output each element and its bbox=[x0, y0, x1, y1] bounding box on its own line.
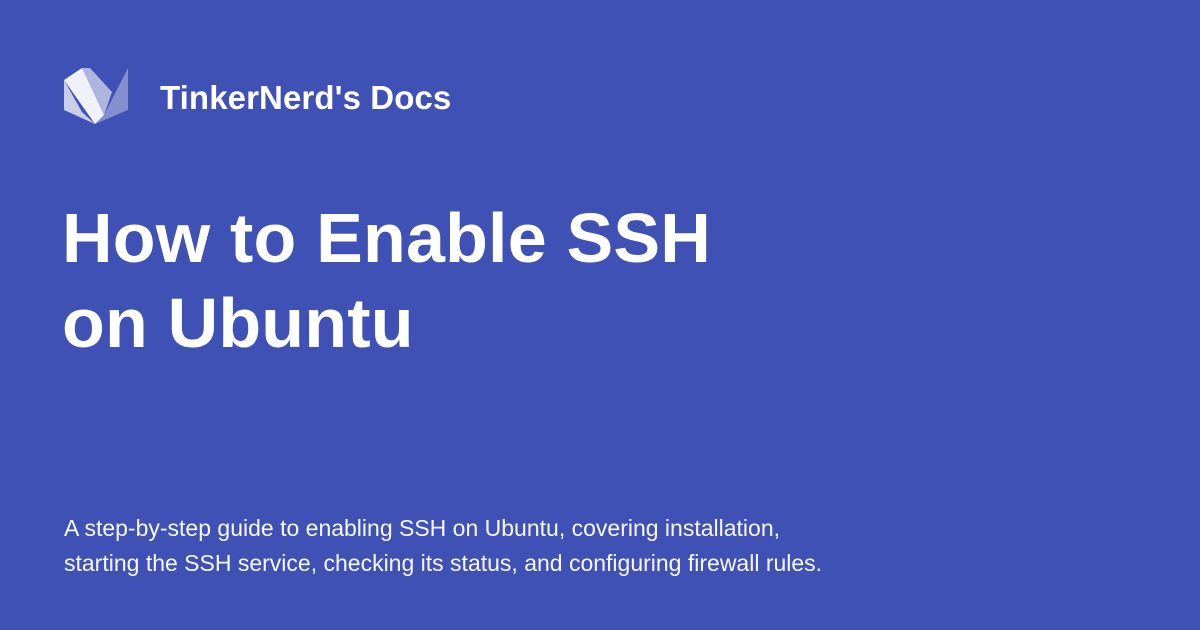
article-description: A step-by-step guide to enabling SSH on … bbox=[64, 511, 924, 581]
social-preview-card: TinkerNerd's Docs How to Enable SSH on U… bbox=[0, 0, 1200, 630]
article-title: How to Enable SSH on Ubuntu bbox=[62, 196, 882, 366]
brand-header: TinkerNerd's Docs bbox=[64, 68, 451, 126]
site-name: TinkerNerd's Docs bbox=[160, 78, 452, 116]
article-description-line-2: starting the SSH service, checking its s… bbox=[64, 550, 823, 576]
article-title-line-2: on Ubuntu bbox=[62, 284, 414, 362]
article-description-line-1: A step-by-step guide to enabling SSH on … bbox=[64, 515, 780, 541]
article-title-line-1: How to Enable SSH bbox=[62, 199, 712, 277]
docs-logo-icon bbox=[64, 68, 128, 124]
